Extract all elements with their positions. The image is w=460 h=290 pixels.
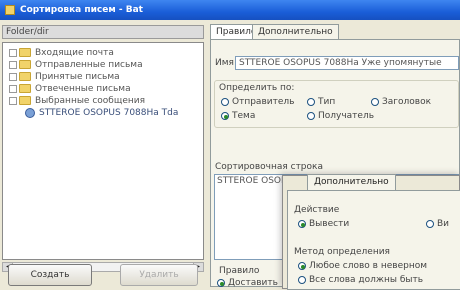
expander-icon[interactable] — [9, 72, 17, 81]
radio-icon — [307, 97, 315, 106]
radio-subject[interactable]: Тема — [221, 111, 255, 121]
folder-header: Folder/dir — [2, 25, 204, 39]
match-group: Определить по: Отправитель Тип Заголовок… — [214, 80, 459, 128]
sort-mail-window: Сортировка писем - Bat Folder/dir Входящ… — [0, 0, 460, 290]
radio-selected-icon — [221, 111, 229, 120]
tab-advanced[interactable]: Дополнительно — [252, 24, 339, 39]
expander-icon[interactable] — [9, 96, 17, 105]
advanced-dialog: Дополнительно Действие Вывести Ви Метод … — [282, 174, 460, 290]
radio-type[interactable]: Тип — [307, 97, 335, 107]
radio-icon — [426, 219, 434, 228]
tree-item-contact[interactable]: STTEROE OSOPUS 7088Ha Tda — [25, 107, 178, 119]
radio-icon — [371, 97, 379, 106]
folder-icon — [19, 96, 31, 105]
radio-selected-icon — [298, 261, 306, 270]
contact-icon — [25, 107, 35, 118]
new-button[interactable]: Создать — [8, 264, 92, 286]
dialog-page: Действие Вывести Ви Метод определения Лю… — [287, 190, 460, 290]
folder-panel: Folder/dir Входящие почта Отправленные п… — [0, 22, 206, 289]
radio-header[interactable]: Заголовок — [371, 97, 431, 107]
action-section-label: Действие — [294, 205, 340, 215]
radio-icon — [221, 97, 229, 106]
radio-recipient[interactable]: Получатель — [307, 111, 374, 121]
name-field[interactable]: STTEROE OSOPUS 7088Ha Уже упомянутые — [235, 56, 459, 70]
folder-icon — [19, 72, 31, 81]
radio-move[interactable]: Вывести — [298, 219, 349, 229]
radio-deliver[interactable]: Доставить — [217, 278, 278, 288]
name-label: Имя — [215, 58, 234, 68]
expander-icon[interactable] — [9, 84, 17, 93]
action-label: Правило — [219, 266, 260, 276]
delete-button[interactable]: Удалить — [120, 264, 198, 286]
tree-item[interactable]: Принятые письма — [3, 71, 120, 83]
radio-selected-icon — [217, 278, 225, 287]
folder-icon — [19, 84, 31, 93]
expander-icon[interactable] — [9, 60, 17, 69]
dialog-tab-advanced[interactable]: Дополнительно — [307, 174, 396, 190]
expander-icon[interactable] — [9, 48, 17, 57]
folder-tree[interactable]: Входящие почта Отправленные письма Приня… — [2, 42, 204, 260]
tree-item[interactable]: Отвеченные письма — [3, 83, 131, 95]
tree-item[interactable]: Выбранные сообщения — [3, 95, 145, 107]
tree-item[interactable]: Входящие почта — [3, 47, 114, 59]
window-title: Сортировка писем - Bat — [20, 5, 143, 15]
match-group-label: Определить по: — [219, 83, 295, 93]
app-icon — [5, 5, 15, 15]
radio-selected-icon — [298, 219, 306, 228]
title-bar: Сортировка писем - Bat — [0, 0, 460, 20]
radio-all-words[interactable]: Все слова должны быть — [298, 275, 423, 285]
radio-icon — [298, 275, 306, 284]
method-section-label: Метод определения — [294, 247, 390, 257]
folder-icon — [19, 48, 31, 57]
tree-item[interactable]: Отправленные письма — [3, 59, 143, 71]
folder-icon — [19, 60, 31, 69]
radio-icon — [307, 111, 315, 120]
radio-sender[interactable]: Отправитель — [221, 97, 294, 107]
radio-copy[interactable]: Ви — [426, 219, 449, 229]
search-label: Сортировочная строка — [215, 162, 323, 172]
radio-any-word[interactable]: Любое слово в неверном — [298, 261, 427, 271]
